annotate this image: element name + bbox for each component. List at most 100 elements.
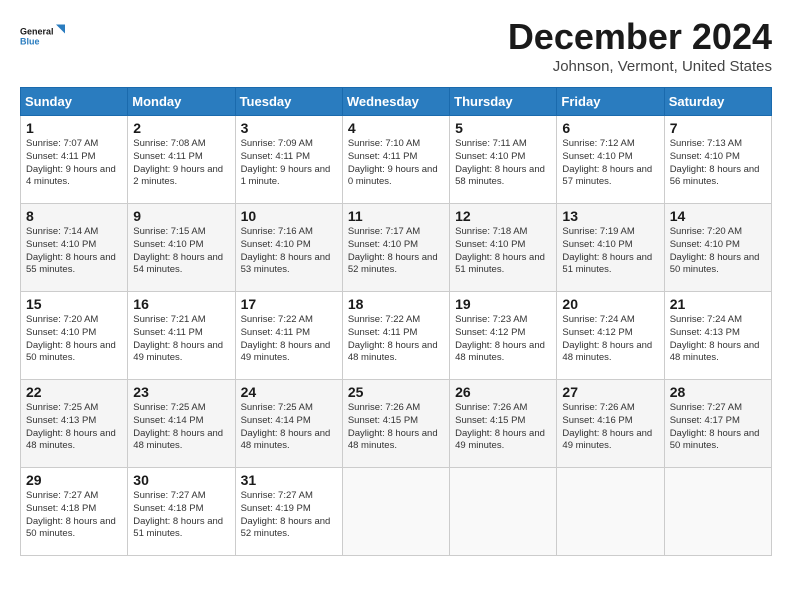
table-row: 19Sunrise: 7:23 AMSunset: 4:12 PMDayligh… [450,292,557,380]
cell-info: Sunrise: 7:12 AMSunset: 4:10 PMDaylight:… [562,138,652,187]
table-row: 13 Sunrise: 7:19 AMSunset: 4:10 PMDayligh… [557,204,664,292]
page-header: General Blue December 2024 Johnson, Verm… [20,16,772,75]
cell-info: Sunrise: 7:19 AMSunset: 4:10 PMDaylight:… [562,226,652,275]
table-row [342,468,449,556]
cell-info: Sunrise: 7:23 AMSunset: 4:12 PMDaylight:… [455,314,545,363]
table-row: 6Sunrise: 7:12 AMSunset: 4:10 PMDaylight… [557,116,664,204]
cell-info: Sunrise: 7:27 AMSunset: 4:18 PMDaylight:… [26,490,116,539]
table-row: 24 Sunrise: 7:25 AMSunset: 4:14 PMDayligh… [235,380,342,468]
day-number: 16 [133,296,229,312]
cell-info: Sunrise: 7:15 AMSunset: 4:10 PMDaylight:… [133,226,223,275]
day-number: 5 [455,120,551,136]
table-row: 25Sunrise: 7:26 AMSunset: 4:15 PMDayligh… [342,380,449,468]
day-number: 25 [348,384,444,400]
day-number: 2 [133,120,229,136]
cell-info: Sunrise: 7:25 AMSunset: 4:14 PMDaylight:… [133,402,223,451]
table-row [450,468,557,556]
day-number: 29 [26,472,122,488]
day-number: 31 [241,472,337,488]
day-number: 24 [241,384,337,400]
day-number: 10 [241,208,337,224]
header-thursday: Thursday [450,88,557,116]
day-number: 17 [241,296,337,312]
table-row: 31 Sunrise: 7:27 AMSunset: 4:19 PMDayligh… [235,468,342,556]
day-number: 13 [562,208,658,224]
day-number: 1 [26,120,122,136]
header-sunday: Sunday [21,88,128,116]
table-row: 22Sunrise: 7:25 AMSunset: 4:13 PMDayligh… [21,380,128,468]
table-row: 30Sunrise: 7:27 AMSunset: 4:18 PMDayligh… [128,468,235,556]
day-number: 12 [455,208,551,224]
calendar-week-row: 15 Sunrise: 7:20 AMSunset: 4:10 PMDayligh… [21,292,772,380]
table-row: 17Sunrise: 7:22 AMSunset: 4:11 PMDayligh… [235,292,342,380]
table-row: 11Sunrise: 7:17 AMSunset: 4:10 PMDayligh… [342,204,449,292]
logo-svg: General Blue [20,16,65,58]
calendar-week-row: 29 Sunrise: 7:27 AMSunset: 4:18 PMDayligh… [21,468,772,556]
table-row: 5 Sunrise: 7:11 AMSunset: 4:10 PMDaylight… [450,116,557,204]
title-area: December 2024 Johnson, Vermont, United S… [508,16,772,75]
cell-info: Sunrise: 7:24 AMSunset: 4:13 PMDaylight:… [670,314,760,363]
header-wednesday: Wednesday [342,88,449,116]
calendar-title: December 2024 [508,16,772,58]
day-number: 28 [670,384,766,400]
table-row: 16Sunrise: 7:21 AMSunset: 4:11 PMDayligh… [128,292,235,380]
cell-info: Sunrise: 7:25 AMSunset: 4:14 PMDaylight:… [241,402,331,451]
cell-info: Sunrise: 7:09 AMSunset: 4:11 PMDaylight:… [241,138,331,187]
calendar-subtitle: Johnson, Vermont, United States [508,58,772,75]
day-number: 15 [26,296,122,312]
cell-info: Sunrise: 7:27 AMSunset: 4:17 PMDaylight:… [670,402,760,451]
table-row: 26Sunrise: 7:26 AMSunset: 4:15 PMDayligh… [450,380,557,468]
header-monday: Monday [128,88,235,116]
cell-info: Sunrise: 7:26 AMSunset: 4:15 PMDaylight:… [455,402,545,451]
cell-info: Sunrise: 7:26 AMSunset: 4:16 PMDaylight:… [562,402,652,451]
calendar-week-row: 8Sunrise: 7:14 AMSunset: 4:10 PMDaylight… [21,204,772,292]
cell-info: Sunrise: 7:11 AMSunset: 4:10 PMDaylight:… [455,138,545,187]
day-number: 9 [133,208,229,224]
table-row: 18 Sunrise: 7:22 AMSunset: 4:11 PMDayligh… [342,292,449,380]
cell-info: Sunrise: 7:20 AMSunset: 4:10 PMDaylight:… [26,314,116,363]
table-row [664,468,771,556]
cell-info: Sunrise: 7:08 AMSunset: 4:11 PMDaylight:… [133,138,223,187]
svg-text:General: General [20,27,54,37]
table-row [557,468,664,556]
cell-info: Sunrise: 7:27 AMSunset: 4:19 PMDaylight:… [241,490,331,539]
day-number: 7 [670,120,766,136]
table-row: 23 Sunrise: 7:25 AMSunset: 4:14 PMDayligh… [128,380,235,468]
header-tuesday: Tuesday [235,88,342,116]
cell-info: Sunrise: 7:24 AMSunset: 4:12 PMDaylight:… [562,314,652,363]
table-row: 10 Sunrise: 7:16 AMSunset: 4:10 PMDayligh… [235,204,342,292]
table-row: 1 Sunrise: 7:07 AMSunset: 4:11 PMDaylight… [21,116,128,204]
day-number: 23 [133,384,229,400]
calendar-week-row: 1 Sunrise: 7:07 AMSunset: 4:11 PMDaylight… [21,116,772,204]
table-row: 12 Sunrise: 7:18 AMSunset: 4:10 PMDayligh… [450,204,557,292]
table-row: 4Sunrise: 7:10 AMSunset: 4:11 PMDaylight… [342,116,449,204]
table-row: 14 Sunrise: 7:20 AMSunset: 4:10 PMDayligh… [664,204,771,292]
table-row: 21 Sunrise: 7:24 AMSunset: 4:13 PMDayligh… [664,292,771,380]
calendar-table: Sunday Monday Tuesday Wednesday Thursday… [20,87,772,556]
day-number: 20 [562,296,658,312]
cell-info: Sunrise: 7:22 AMSunset: 4:11 PMDaylight:… [348,314,438,363]
day-number: 27 [562,384,658,400]
svg-text:Blue: Blue [20,37,40,47]
table-row: 29 Sunrise: 7:27 AMSunset: 4:18 PMDayligh… [21,468,128,556]
cell-info: Sunrise: 7:16 AMSunset: 4:10 PMDaylight:… [241,226,331,275]
day-number: 8 [26,208,122,224]
table-row: 3 Sunrise: 7:09 AMSunset: 4:11 PMDaylight… [235,116,342,204]
header-friday: Friday [557,88,664,116]
day-number: 3 [241,120,337,136]
cell-info: Sunrise: 7:20 AMSunset: 4:10 PMDaylight:… [670,226,760,275]
table-row: 8Sunrise: 7:14 AMSunset: 4:10 PMDaylight… [21,204,128,292]
table-row: 7Sunrise: 7:13 AMSunset: 4:10 PMDaylight… [664,116,771,204]
cell-info: Sunrise: 7:25 AMSunset: 4:13 PMDaylight:… [26,402,116,451]
cell-info: Sunrise: 7:10 AMSunset: 4:11 PMDaylight:… [348,138,438,187]
calendar-header-row: Sunday Monday Tuesday Wednesday Thursday… [21,88,772,116]
day-number: 14 [670,208,766,224]
cell-info: Sunrise: 7:17 AMSunset: 4:10 PMDaylight:… [348,226,438,275]
day-number: 21 [670,296,766,312]
cell-info: Sunrise: 7:07 AMSunset: 4:11 PMDaylight:… [26,138,116,187]
day-number: 30 [133,472,229,488]
cell-info: Sunrise: 7:18 AMSunset: 4:10 PMDaylight:… [455,226,545,275]
day-number: 18 [348,296,444,312]
table-row: 9 Sunrise: 7:15 AMSunset: 4:10 PMDaylight… [128,204,235,292]
table-row: 28 Sunrise: 7:27 AMSunset: 4:17 PMDayligh… [664,380,771,468]
